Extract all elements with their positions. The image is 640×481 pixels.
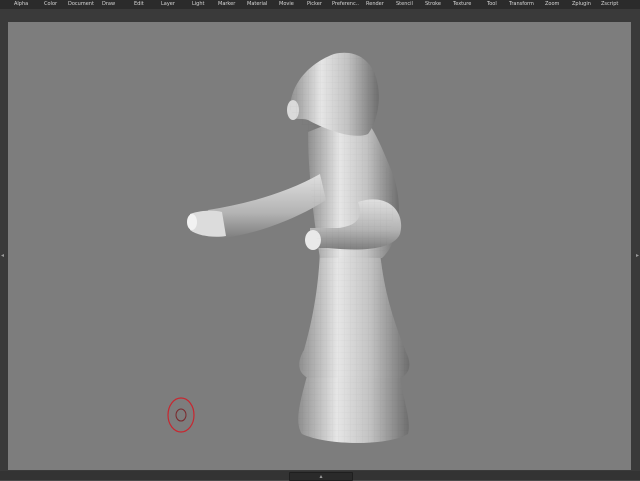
menu-document[interactable]: Document (68, 0, 94, 9)
menu-texture[interactable]: Texture (453, 0, 471, 9)
document-canvas[interactable] (8, 22, 631, 470)
menu-zscript[interactable]: Zscript (601, 0, 618, 9)
model-hand-left-tip (187, 214, 197, 230)
sculpt-model[interactable] (187, 52, 410, 444)
triangle-right-icon[interactable]: ▸ (635, 251, 640, 261)
menu-light[interactable]: Light (192, 0, 204, 9)
menu-picker[interactable]: Picker (307, 0, 322, 9)
menu-transform[interactable]: Transform (509, 0, 534, 9)
menu-bar: Alpha Color Document Draw Edit Layer Lig… (0, 0, 640, 9)
menu-render[interactable]: Render (366, 0, 384, 9)
menu-preferences[interactable]: Preferenc.. (332, 0, 359, 9)
triangle-left-icon[interactable]: ◂ (0, 251, 5, 261)
menu-movie[interactable]: Movie (279, 0, 294, 9)
model-arm-left (208, 174, 326, 238)
menu-zplugin[interactable]: Zplugin (572, 0, 591, 9)
menu-draw[interactable]: Draw (102, 0, 115, 9)
sculpt-viewport[interactable] (8, 22, 631, 470)
menu-stencil[interactable]: Stencil (396, 0, 413, 9)
menu-zoom[interactable]: Zoom (545, 0, 559, 9)
brush-cursor (167, 397, 195, 433)
menu-marker[interactable]: Marker (218, 0, 235, 9)
model-polygrid (290, 52, 410, 444)
menu-stroke[interactable]: Stroke (425, 0, 441, 9)
menu-edit[interactable]: Edit (134, 0, 144, 9)
menu-material[interactable]: Material (247, 0, 267, 9)
menu-layer[interactable]: Layer (161, 0, 175, 9)
menu-alpha[interactable]: Alpha (14, 0, 28, 9)
menu-tool[interactable]: Tool (487, 0, 497, 9)
menu-color[interactable]: Color (44, 0, 57, 9)
